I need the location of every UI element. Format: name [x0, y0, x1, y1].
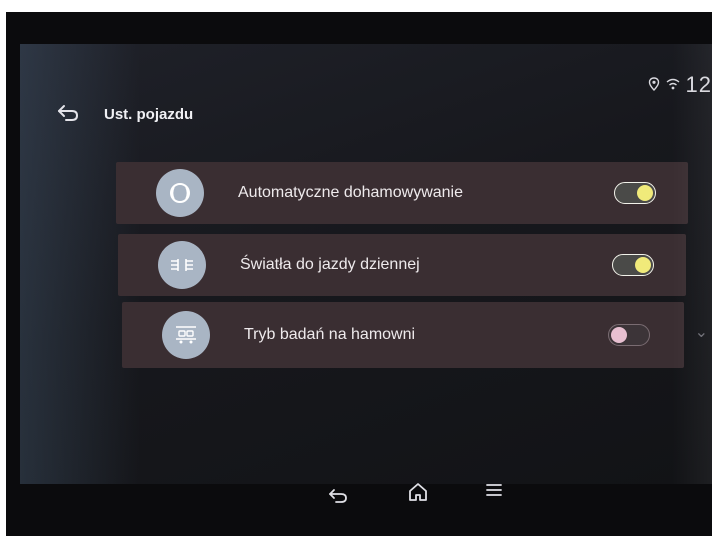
infotainment-screen: 12 Ust. pojazdu Automatyczne dohamowywan…: [20, 44, 712, 484]
auto-brake-toggle[interactable]: [614, 182, 656, 204]
back-arrow-icon[interactable]: [322, 480, 354, 512]
setting-label: Tryb badań na hamowni: [244, 326, 416, 343]
home-icon[interactable]: [402, 476, 434, 508]
status-bar: 12: [648, 72, 712, 98]
dyno-test-icon: [162, 311, 210, 359]
wifi-icon: [666, 77, 680, 94]
page-title: Ust. pojazdu: [104, 105, 194, 123]
page-header: Ust. pojazdu: [54, 100, 193, 128]
daytime-lights-icon: [158, 241, 206, 289]
back-arrow-icon[interactable]: [54, 100, 82, 128]
chevron-down-icon: ⌄: [694, 324, 708, 341]
setting-row-daytime-lights[interactable]: Światła do jazdy dziennej: [118, 234, 686, 296]
daytime-lights-toggle[interactable]: [612, 254, 654, 276]
setting-row-auto-brake[interactable]: Automatyczne dohamowywanie: [116, 162, 688, 224]
toggle-knob: [611, 327, 627, 343]
setting-label: Światła do jazdy dziennej: [240, 256, 420, 273]
photo-frame: 12 Ust. pojazdu Automatyczne dohamowywan…: [0, 0, 712, 536]
toggle-knob: [637, 185, 653, 201]
menu-icon[interactable]: [478, 474, 510, 506]
dyno-mode-toggle[interactable]: [608, 324, 650, 346]
bottom-navbar: [0, 460, 712, 528]
toggle-knob: [635, 257, 651, 273]
clock-time: 12: [685, 72, 712, 97]
brake-disc-icon: [156, 169, 204, 217]
setting-row-dyno-mode[interactable]: Tryb badań na hamowni: [122, 302, 684, 368]
location-pin-icon: [648, 76, 660, 94]
setting-label: Automatyczne dohamowywanie: [238, 184, 464, 201]
